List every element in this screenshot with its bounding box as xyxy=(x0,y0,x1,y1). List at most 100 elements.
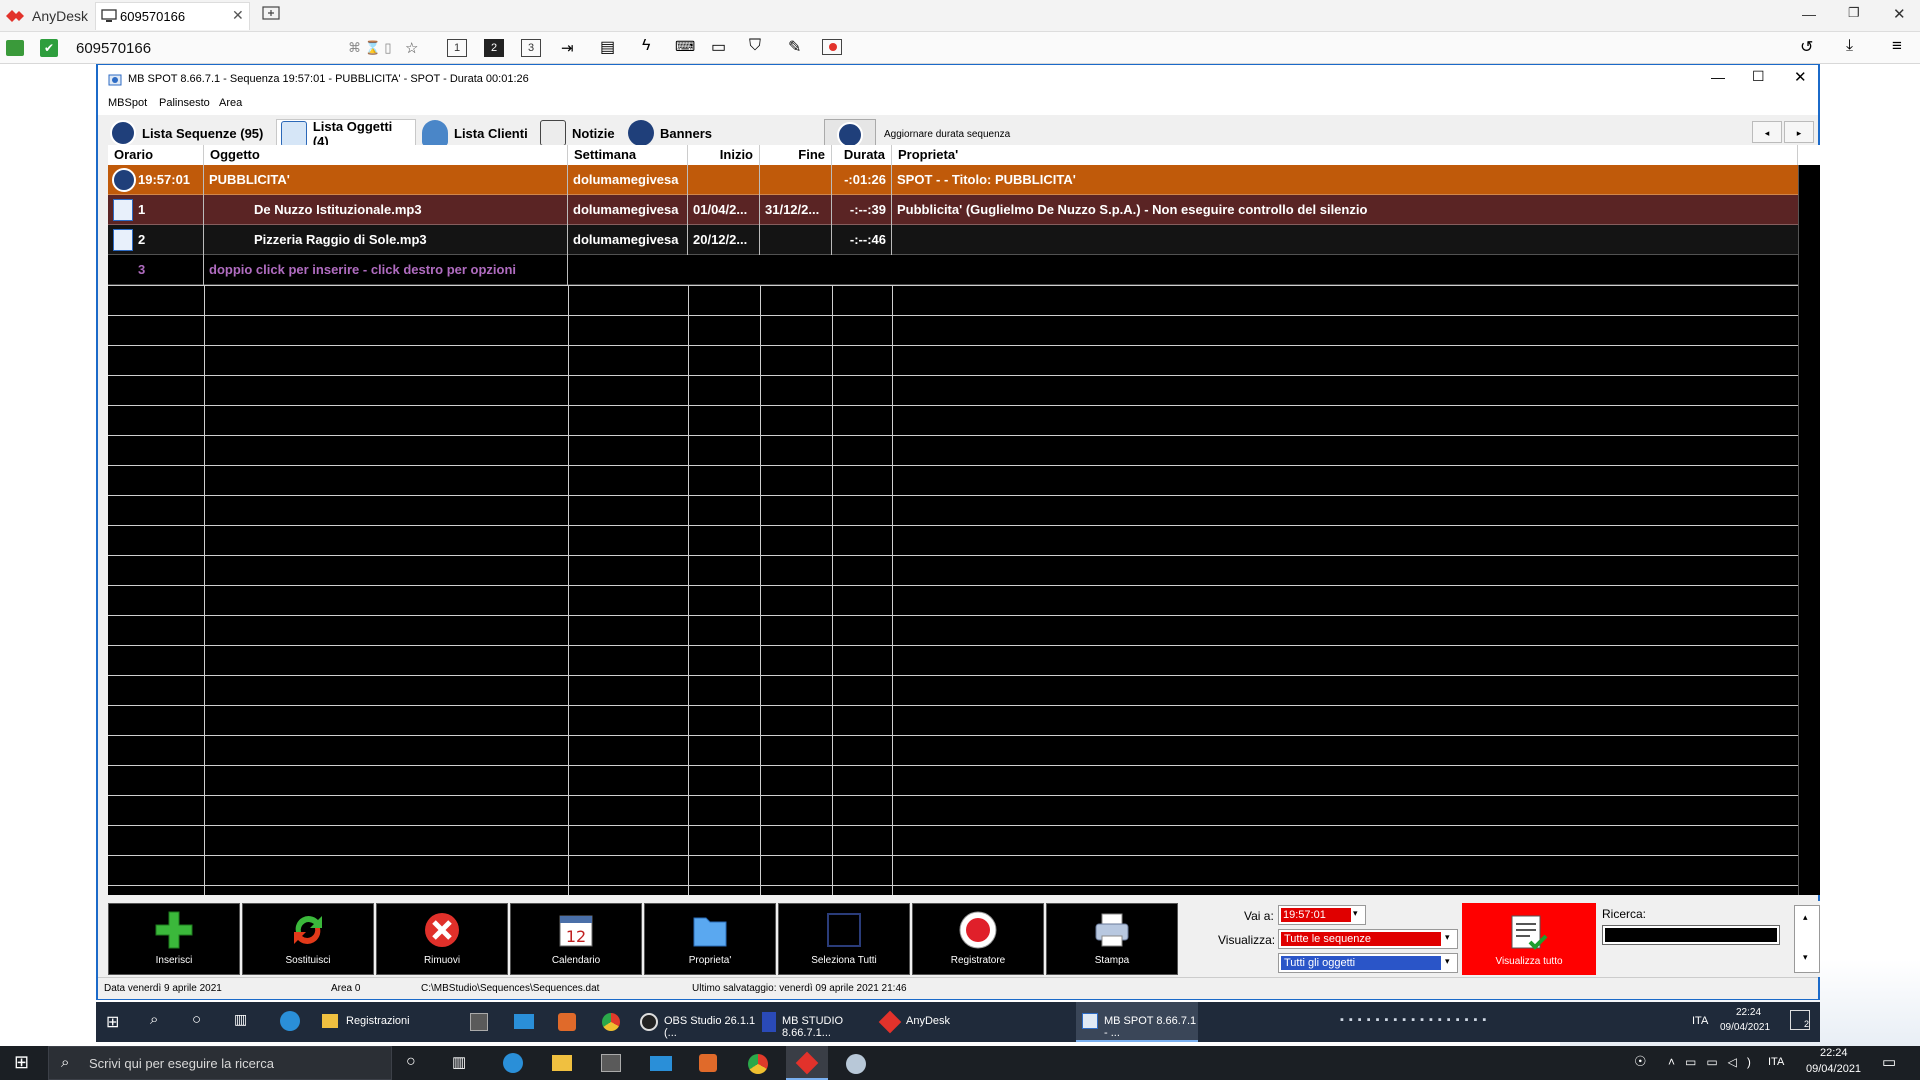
restore-icon[interactable]: ❐ xyxy=(1848,5,1860,21)
scroll-up-icon[interactable]: ▴ xyxy=(1803,912,1808,923)
display-1-button[interactable]: 1 xyxy=(447,39,467,57)
windows-start-icon[interactable]: ⊞ xyxy=(14,1052,29,1073)
mail-icon[interactable] xyxy=(650,1056,672,1071)
scroll-down-icon[interactable]: ▾ xyxy=(1803,952,1808,963)
table-row-sequence[interactable]: 19:57:01 PUBBLICITA' dolumamegivesa -:01… xyxy=(108,165,1798,195)
minimize-icon[interactable]: — xyxy=(1802,6,1816,22)
proprieta-button[interactable]: Proprieta' xyxy=(644,903,776,975)
table-row[interactable]: 2 Pizzeria Raggio di Sole.mp3 dolumamegi… xyxy=(108,225,1798,255)
edge-icon[interactable] xyxy=(280,1011,300,1031)
insert-placeholder-row[interactable]: 3 doppio click per inserire - click dest… xyxy=(108,255,1798,285)
rimuovi-button[interactable]: Rimuovi xyxy=(376,903,508,975)
edge-icon[interactable] xyxy=(503,1053,523,1073)
task-view-icon[interactable]: ▥ xyxy=(234,1011,247,1028)
tab-lista-sequenze[interactable]: Lista Sequenze (95) xyxy=(106,119,267,147)
whiteboard-pen-icon[interactable]: ✎ xyxy=(788,37,801,57)
media-player-icon[interactable] xyxy=(699,1054,717,1072)
notification-center-icon[interactable]: ▭ xyxy=(1882,1053,1896,1071)
permissions-shield-icon[interactable]: ⛉ xyxy=(749,37,761,55)
tray-language[interactable]: ITA xyxy=(1692,1015,1708,1027)
new-tab-icon[interactable] xyxy=(262,6,280,22)
taskbar-search-box[interactable]: ⌕ Scrivi qui per eseguire la ricerca xyxy=(48,1046,392,1080)
toolbar-scroll[interactable]: ▴ ▾ xyxy=(1794,905,1820,973)
stampa-button[interactable]: Stampa xyxy=(1046,903,1178,975)
store-icon[interactable] xyxy=(601,1054,621,1072)
col-durata[interactable]: Durata xyxy=(832,145,892,165)
notification-center-icon[interactable]: 2 xyxy=(1790,1010,1810,1030)
taskbar-app-registrazioni[interactable]: Registrazioni xyxy=(318,1002,448,1042)
menu-area[interactable]: Area xyxy=(219,97,242,109)
ricerca-input[interactable] xyxy=(1602,925,1780,945)
cortana-icon[interactable]: ○ xyxy=(192,1011,201,1028)
history-icon[interactable]: ↺ xyxy=(1800,37,1813,57)
visualizza-select[interactable]: Tutte le sequenze ▾ xyxy=(1278,929,1458,949)
tab-notizie[interactable]: Notizie xyxy=(536,119,619,147)
col-proprieta[interactable]: Proprieta' xyxy=(892,145,1798,165)
display-settings-icon[interactable]: ▭ xyxy=(711,37,726,57)
keyboard-icon[interactable]: ⌨ xyxy=(675,38,695,55)
close-tab-icon[interactable]: ✕ xyxy=(232,7,244,24)
favorite-star-icon[interactable]: ☆ xyxy=(405,39,418,57)
oggetti-select[interactable]: Tutti gli oggetti ▾ xyxy=(1278,953,1458,973)
people-icon[interactable]: ☉ xyxy=(1634,1053,1647,1070)
col-fine[interactable]: Fine xyxy=(760,145,832,165)
inserisci-button[interactable]: Inserisci xyxy=(108,903,240,975)
sostituisci-button[interactable]: Sostituisci xyxy=(242,903,374,975)
col-oggetto[interactable]: Oggetto xyxy=(204,145,568,165)
file-explorer-icon[interactable] xyxy=(552,1055,572,1071)
seleziona-tutti-button[interactable]: Seleziona Tutti xyxy=(778,903,910,975)
registratore-button[interactable]: Registratore xyxy=(912,903,1044,975)
taskbar-app-mbspot[interactable]: MB SPOT 8.66.7.1 - ... xyxy=(1076,1002,1198,1042)
scroll-right-button[interactable]: ▸ xyxy=(1784,121,1814,143)
table-row[interactable]: 1 De Nuzzo Istituzionale.mp3 dolumamegiv… xyxy=(108,195,1798,225)
file-transfer-icon[interactable]: ⇥ xyxy=(561,39,574,57)
display-3-button[interactable]: 3 xyxy=(521,39,541,57)
tab-banners[interactable]: Banners xyxy=(624,119,716,147)
mbspot-window: MB SPOT 8.66.7.1 - Sequenza 19:57:01 - P… xyxy=(96,64,1820,1000)
record-icon[interactable] xyxy=(822,39,842,55)
grid-scrollbar[interactable] xyxy=(1798,165,1820,895)
col-orario[interactable]: Orario xyxy=(108,145,204,165)
tab-lista-oggetti[interactable]: Lista Oggetti (4) xyxy=(276,118,416,149)
tab-label: Lista Oggetti (4) xyxy=(312,118,393,149)
maximize-icon[interactable]: ☐ xyxy=(1752,68,1765,85)
windows-start-icon[interactable]: ⊞ xyxy=(106,1012,119,1032)
close-icon[interactable]: ✕ xyxy=(1794,68,1807,86)
taskbar-app-anydesk[interactable]: AnyDesk xyxy=(878,1002,988,1042)
cortana-icon[interactable]: ○ xyxy=(406,1053,416,1071)
chrome-icon[interactable] xyxy=(748,1054,768,1074)
vai-time-picker[interactable]: 19:57:01 ▾ xyxy=(1278,905,1366,925)
taskbar-app-anydesk[interactable] xyxy=(786,1046,828,1080)
tray-icons[interactable]: ▪▪▪▪▪▪▪▪▪▪▪▪▪▪▪▪▪ xyxy=(1340,1014,1491,1026)
task-view-icon[interactable]: ▥ xyxy=(452,1053,466,1071)
display-2-button[interactable]: 2 xyxy=(484,39,504,57)
mail-icon[interactable] xyxy=(514,1014,534,1029)
menu-palinsesto[interactable]: Palinsesto xyxy=(159,97,210,109)
taskbar-app-obs[interactable]: OBS Studio 26.1.1 (... xyxy=(636,1002,756,1042)
chat-icon[interactable]: ▤ xyxy=(600,37,615,57)
taskbar-app-mbstudio[interactable]: MB STUDIO 8.66.7.1... xyxy=(758,1002,876,1042)
calendario-button[interactable]: 12 Calendario xyxy=(510,903,642,975)
tray-icons[interactable]: ˄▭▭◁) xyxy=(1668,1055,1761,1069)
minimize-icon[interactable]: — xyxy=(1711,69,1725,85)
actions-lightning-icon[interactable]: ϟ xyxy=(642,37,650,55)
col-settimana[interactable]: Settimana xyxy=(568,145,688,165)
address-field[interactable]: 609570166 xyxy=(76,40,151,57)
media-player-icon[interactable] xyxy=(558,1013,576,1031)
action-icons[interactable]: ⌘ ⌛ ▯ xyxy=(348,40,392,56)
scroll-left-button[interactable]: ◂ xyxy=(1752,121,1782,143)
update-duration-label: Aggiornare durata sequenza xyxy=(884,129,1011,140)
search-icon[interactable]: ⌕ xyxy=(150,1011,158,1028)
download-icon[interactable]: ⤓ xyxy=(1846,37,1853,55)
menu-mbspot[interactable]: MBSpot xyxy=(108,97,147,109)
visualizza-tutto-button[interactable]: Visualizza tutto xyxy=(1462,903,1596,975)
hamburger-menu-icon[interactable]: ≡ xyxy=(1892,36,1902,56)
tab-remote-session[interactable]: 609570166 ✕ xyxy=(95,2,250,30)
store-icon[interactable] xyxy=(470,1013,488,1031)
col-inizio[interactable]: Inizio xyxy=(688,145,760,165)
tab-lista-clienti[interactable]: Lista Clienti xyxy=(418,119,532,147)
mbstudio-tray-icon[interactable] xyxy=(846,1054,866,1074)
close-window-icon[interactable]: ✕ xyxy=(1893,5,1906,23)
chrome-icon[interactable] xyxy=(602,1013,620,1031)
tray-language[interactable]: ITA xyxy=(1768,1056,1784,1068)
